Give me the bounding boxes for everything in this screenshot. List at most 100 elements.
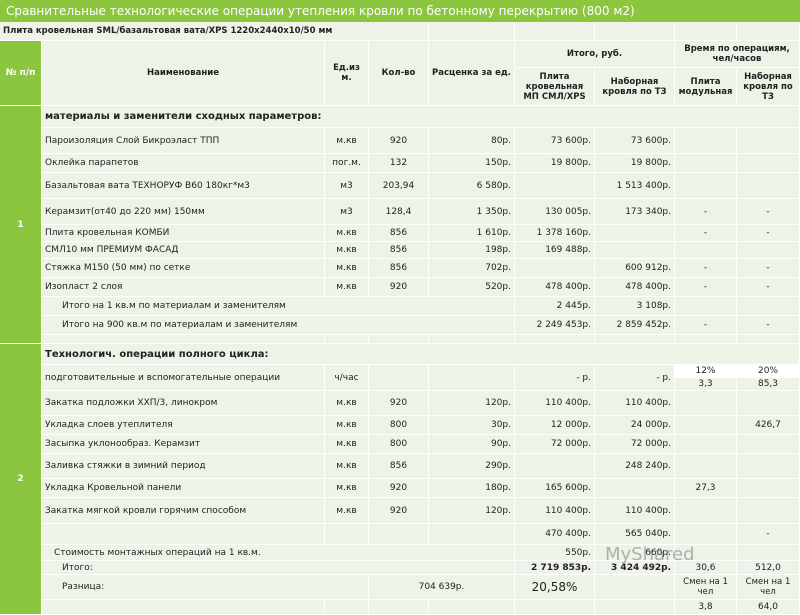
item-total-sml: - р.: [515, 365, 595, 391]
table-cell: [737, 545, 800, 561]
section-number: 1: [0, 106, 42, 344]
item-total-tz: 478 400р.: [595, 278, 675, 297]
grand-total-sml: 2 719 853р.: [515, 561, 595, 575]
item-unit: м.кв: [325, 278, 369, 297]
cell: [737, 22, 800, 41]
table-cell: [42, 335, 325, 344]
item-total-tz: [595, 479, 675, 498]
item-total-sml: 169 488р.: [515, 242, 595, 259]
item-time-tz: -: [737, 278, 800, 297]
section-title: материалы и заменители сходных параметро…: [42, 106, 800, 128]
table-cell: [429, 335, 515, 344]
item-unit: м.кв: [325, 259, 369, 278]
item-time-mod: -: [675, 259, 737, 278]
item-time-mod: 27,3: [675, 479, 737, 498]
item-qty: 800: [369, 435, 429, 454]
table-row: Разница: 704 639р. 20,58% Смен на 1 чел Смен…: [0, 575, 800, 600]
subtotal-label: Итого на 900 кв.м по материалам и замени…: [42, 316, 515, 335]
item-time-tz: 426,7: [737, 416, 800, 435]
table-cell: [515, 600, 595, 615]
difference-label: Разница:: [42, 575, 369, 600]
table-row: Заливка стяжки в зимний период м.кв 856 290…: [0, 454, 800, 479]
table-row: Изопласт 2 слоя м.кв 920 520р. 478 400р. 478 …: [0, 278, 800, 297]
item-total-tz: 173 340р.: [595, 199, 675, 225]
item-time-mod: [675, 128, 737, 154]
table-cell: [675, 524, 737, 545]
item-time-tz: [737, 498, 800, 524]
item-time-mod: -: [675, 225, 737, 242]
mount-total-sml: 550р.: [515, 545, 595, 561]
item-time-mod: [675, 454, 737, 479]
item-name: Закатка мягкой кровли горячим способом: [42, 498, 325, 524]
item-name: Плита кровельная КОМБИ: [42, 225, 325, 242]
cell: [675, 22, 737, 41]
item-price: 150р.: [429, 154, 515, 173]
table-cell: [369, 524, 429, 545]
header-qty: Кол-во: [369, 41, 429, 106]
item-price: 198р.: [429, 242, 515, 259]
item-unit: м.кв: [325, 416, 369, 435]
table-cell: [369, 600, 429, 615]
item-total-sml: 478 400р.: [515, 278, 595, 297]
item-unit: м.кв: [325, 498, 369, 524]
item-total-tz: - р.: [595, 365, 675, 391]
subtotal-total-tz: 3 108р.: [595, 297, 675, 316]
table-row: Оклейка парапетов пог.м. 132 150р. 19 800р. 1…: [0, 154, 800, 173]
table-row: 470 400р. 565 040р. -: [0, 524, 800, 545]
item-price: 80р.: [429, 128, 515, 154]
item-time-tz: -: [737, 225, 800, 242]
item-time-tz: [737, 154, 800, 173]
item-qty: 920: [369, 128, 429, 154]
item-unit: ч/час: [325, 365, 369, 391]
table-row: Итого на 1 кв.м по материалам и замените…: [0, 297, 800, 316]
header-time-tz: Наборная кровля по ТЗ: [737, 68, 800, 106]
item-price: 6 580р.: [429, 173, 515, 199]
item-price: 1 350р.: [429, 199, 515, 225]
difference-amount: 704 639р.: [369, 575, 515, 600]
item-total-sml: [515, 259, 595, 278]
item-unit: м3: [325, 173, 369, 199]
table-row: Укладка слоев утеплителя м.кв 800 30р. 12 00…: [0, 416, 800, 435]
table-cell: [675, 297, 737, 316]
item-name: Закатка подложки ХХП/3, линокром: [42, 391, 325, 416]
item-total-sml: [515, 454, 595, 479]
table-row: Стяжка М150 (50 мм) по сетке м.кв 856 702р.…: [0, 259, 800, 278]
item-time-mod: [675, 498, 737, 524]
header-total-group: Итого, руб.: [515, 41, 675, 68]
table-row: 3,8 64,0: [0, 600, 800, 615]
item-total-tz: 19 800р.: [595, 154, 675, 173]
subtotal-total-tz: 2 859 452р.: [595, 316, 675, 335]
table-cell: [369, 335, 429, 344]
header-total-tz: Наборная кровля по ТЗ: [595, 68, 675, 106]
item-time-mod: [675, 391, 737, 416]
item-unit: м.кв: [325, 454, 369, 479]
item-name: Пароизоляция Слой Бикроэласт ТПП: [42, 128, 325, 154]
item-price: 290р.: [429, 454, 515, 479]
item-total-sml: 12 000р.: [515, 416, 595, 435]
slide: Сравнительные технологические операции у…: [0, 0, 800, 615]
item-total-tz: [595, 242, 675, 259]
table-row: Пароизоляция Слой Бикроэласт ТПП м.кв 920 8…: [0, 128, 800, 154]
header-unit: Ед.из м.: [325, 41, 369, 106]
cost-table: Плита кровельная SML/базальтовая вата/XP…: [0, 22, 800, 615]
mount-label: Стоимость монтажных операций на 1 кв.м.: [42, 545, 515, 561]
item-total-sml: 130 005р.: [515, 199, 595, 225]
table-row: Базальтовая вата ТЕХНОРУФ В60 180кг*м3 м3…: [0, 173, 800, 199]
item-total-tz: 248 240р.: [595, 454, 675, 479]
subtotal-time-mod: -: [675, 316, 737, 335]
item-time-mod: [675, 435, 737, 454]
item-unit: м.кв: [325, 435, 369, 454]
item-price: 1 610р.: [429, 225, 515, 242]
item-time-tz: [737, 435, 800, 454]
item-unit: м.кв: [325, 225, 369, 242]
cell: [429, 22, 515, 41]
shifts-mod: 3,8: [675, 600, 737, 615]
table-cell: [675, 335, 737, 344]
watermark-logo: MyShared: [605, 544, 695, 565]
table-row: СМЛ10 мм ПРЕМИУМ ФАСАД м.кв 856 198р. 169 48…: [0, 242, 800, 259]
cell: [515, 22, 595, 41]
table-row: Керамзит(от40 до 220 мм) 150мм м3 128,4 1 3…: [0, 199, 800, 225]
item-name: подготовительные и вспомогательные опера…: [42, 365, 325, 391]
header-price: Расценка за ед.: [429, 41, 515, 106]
table-row: 1 материалы и заменители сходных параметр…: [0, 106, 800, 344]
